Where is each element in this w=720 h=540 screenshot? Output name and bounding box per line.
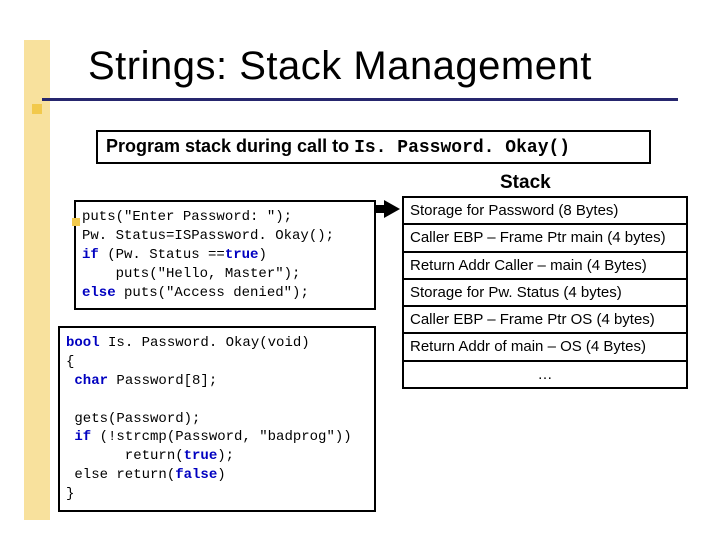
code-line: );: [217, 448, 234, 464]
subtitle-code: Is. Password. Okay(): [354, 138, 570, 158]
stack-cell: Return Addr Caller – main (4 Bytes): [402, 253, 688, 280]
code-block-function: bool Is. Password. Okay(void) { char Pas…: [58, 326, 376, 512]
code-kw: false: [175, 467, 217, 483]
code-kw: char: [66, 373, 108, 389]
stack-cell: …: [402, 362, 688, 389]
stack-cell: Storage for Pw. Status (4 bytes): [402, 280, 688, 307]
code-line: puts("Hello, Master");: [82, 266, 300, 282]
code-kw: else: [82, 285, 116, 301]
subtitle-text: Program stack during call to: [106, 136, 354, 156]
code-line: Is. Password. Okay(void): [100, 335, 310, 351]
stack-heading: Stack: [500, 172, 551, 194]
code-kw: true: [184, 448, 218, 464]
code-kw: bool: [66, 335, 100, 351]
code-line: Pw. Status=ISPassword. Okay();: [82, 228, 334, 244]
code-line: puts("Enter Password: ");: [82, 209, 292, 225]
code-line: ): [258, 247, 266, 263]
code-line: {: [66, 354, 74, 370]
code-line: (Pw. Status ==: [99, 247, 225, 263]
title-underline: [42, 98, 678, 101]
code-line: return(: [66, 448, 184, 464]
code-line: Password[8];: [108, 373, 217, 389]
code-kw: if: [66, 429, 91, 445]
subtitle-box: Program stack during call to Is. Passwor…: [96, 130, 651, 164]
code-block-main: puts("Enter Password: "); Pw. Status=ISP…: [74, 200, 376, 310]
code-line: ): [217, 467, 225, 483]
code-line: puts("Access denied");: [116, 285, 309, 301]
code-kw: true: [225, 247, 259, 263]
title-bullet: [32, 104, 42, 114]
bullet-icon: [72, 218, 80, 226]
stack-cell: Storage for Password (8 Bytes): [402, 196, 688, 225]
code-line: else return(: [66, 467, 175, 483]
stack-cell: Return Addr of main – OS (4 Bytes): [402, 334, 688, 361]
code-kw: if: [82, 247, 99, 263]
stack-cell: Caller EBP – Frame Ptr main (4 bytes): [402, 225, 688, 252]
code-line: }: [66, 486, 74, 502]
code-line: gets(Password);: [66, 411, 200, 427]
page-title: Strings: Stack Management: [50, 44, 690, 89]
stack-cell: Caller EBP – Frame Ptr OS (4 bytes): [402, 307, 688, 334]
code-line: (!strcmp(Password, "badprog")): [91, 429, 351, 445]
stack-diagram: Storage for Password (8 Bytes) Caller EB…: [402, 196, 688, 389]
